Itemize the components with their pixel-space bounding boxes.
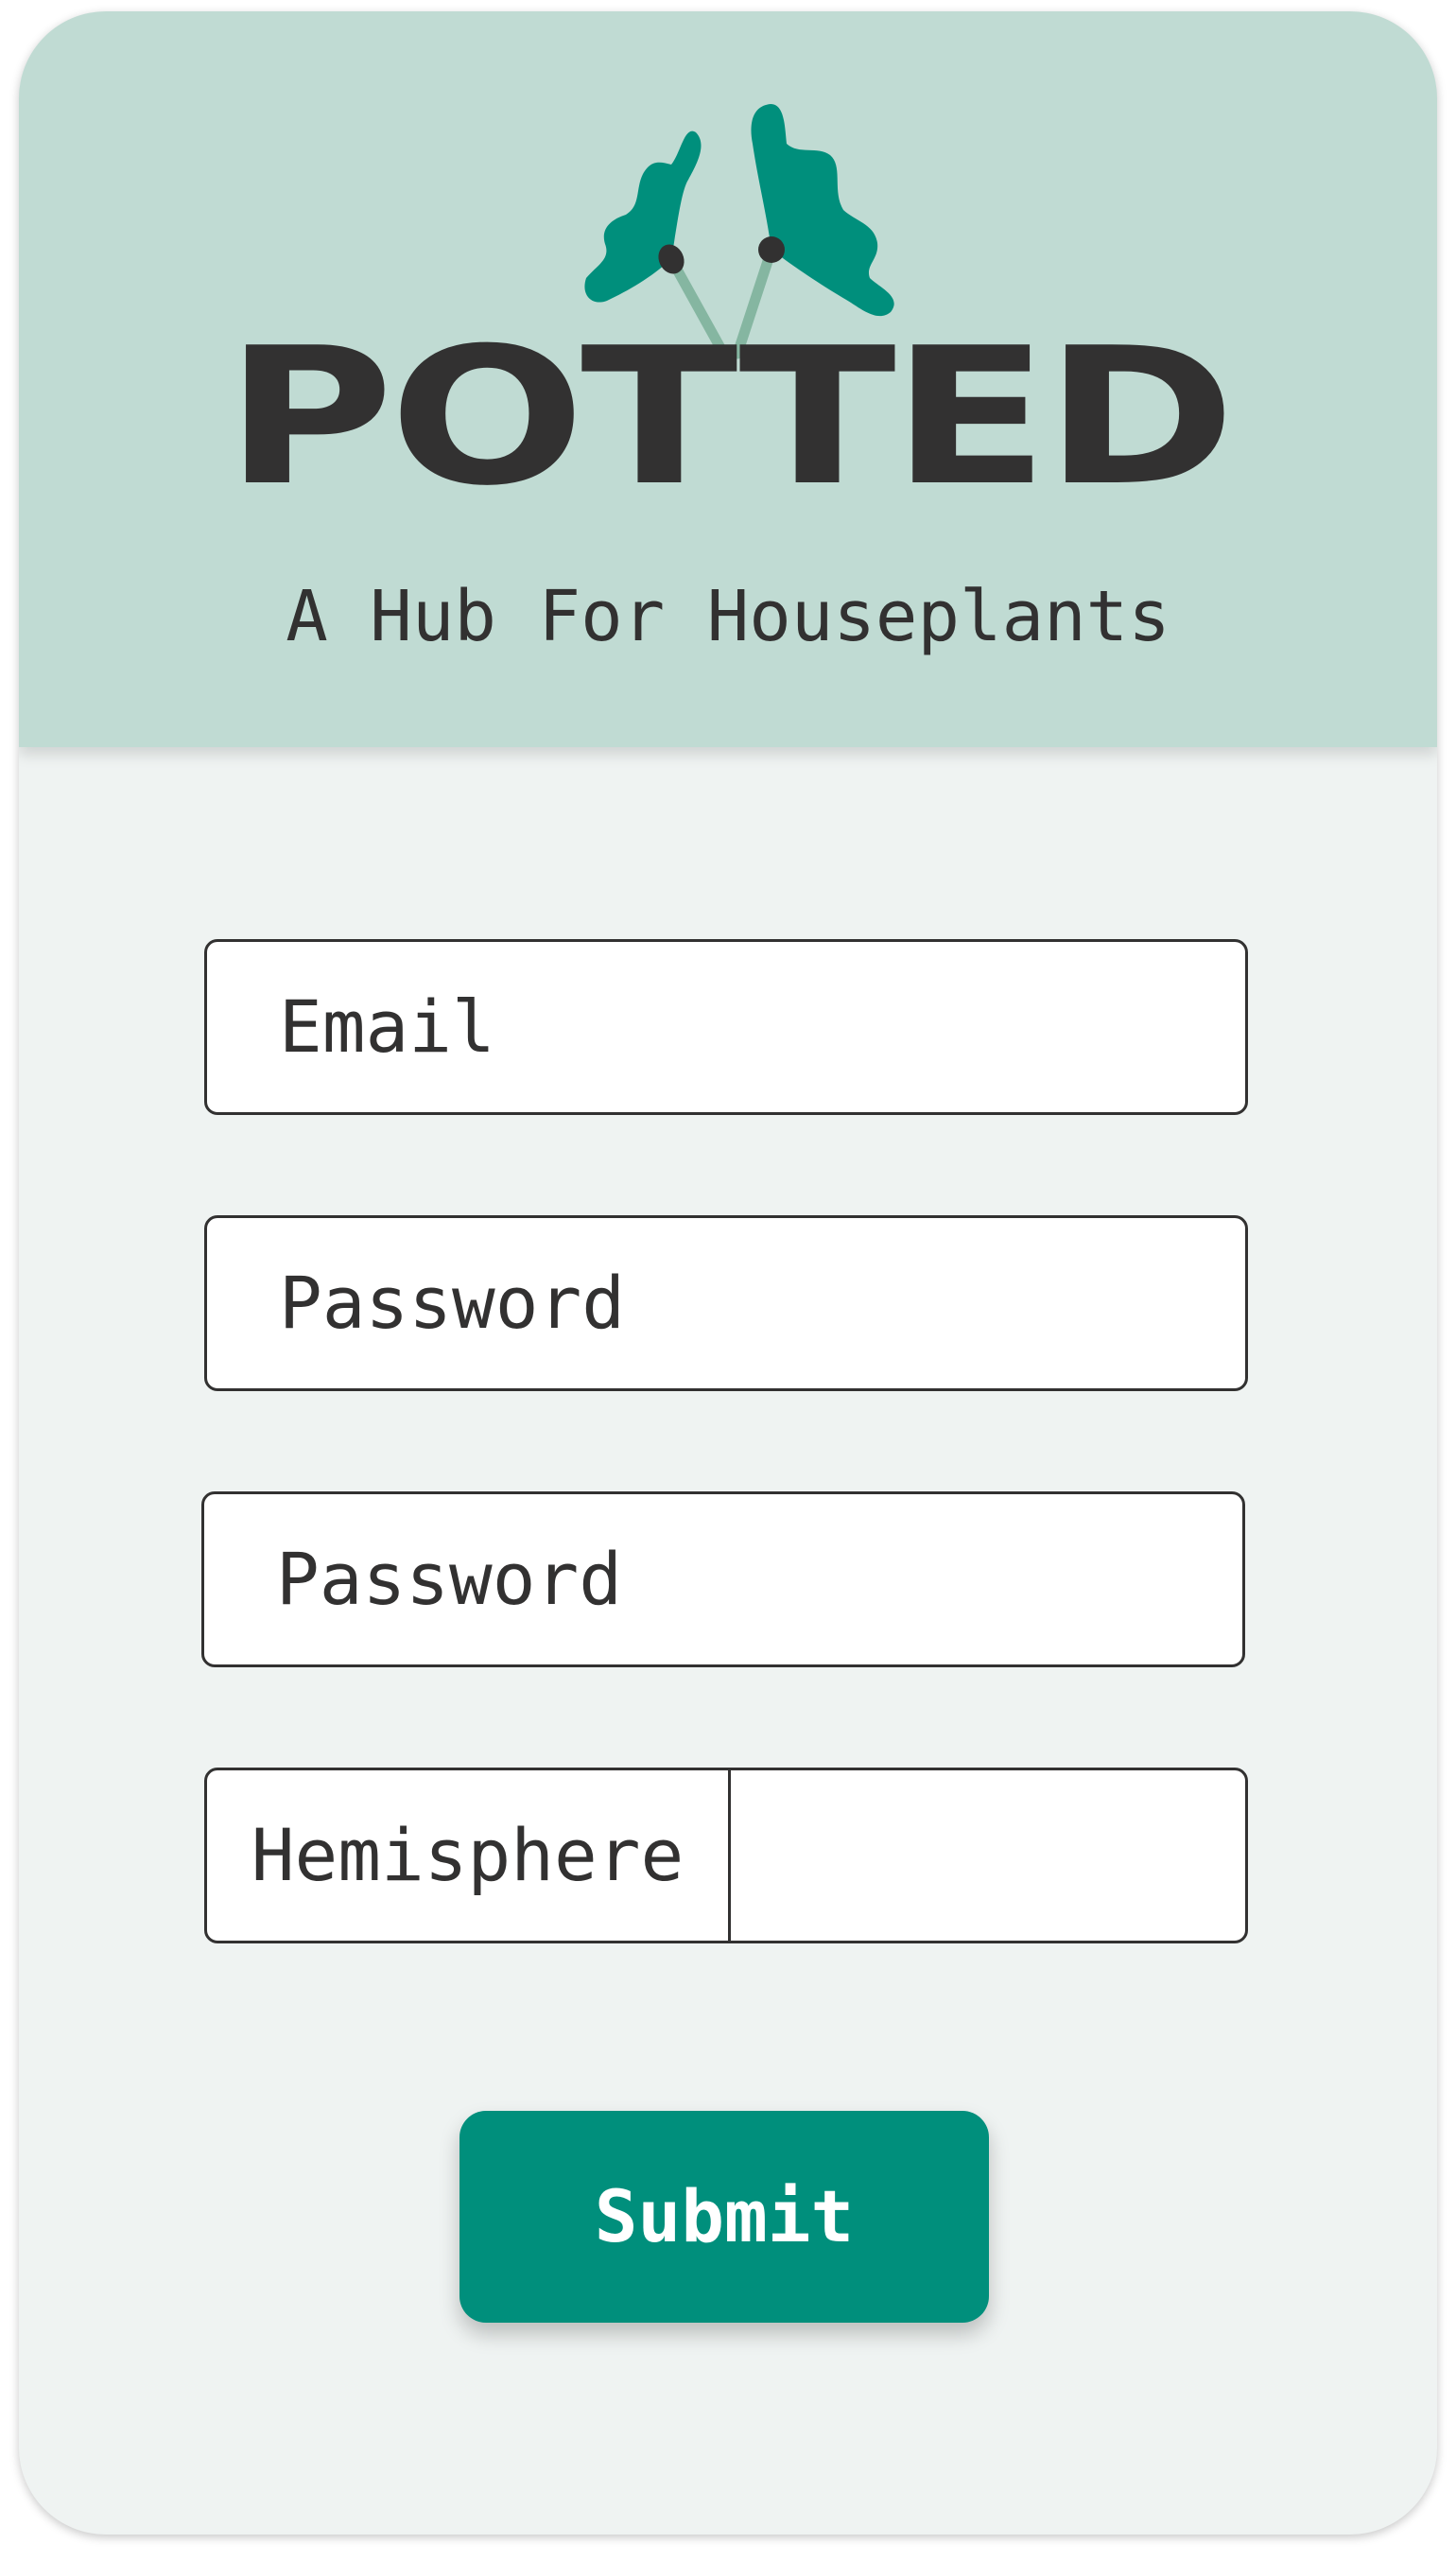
signup-card: POTTED A Hub For Houseplants Email Passw… (19, 11, 1437, 2535)
tagline: A Hub For Houseplants (286, 576, 1170, 657)
logo-wordmark: POTTED (224, 307, 1237, 528)
logo: POTTED (19, 11, 1437, 541)
hemisphere-value[interactable] (731, 1770, 1245, 1941)
confirm-password-placeholder: Password (276, 1537, 623, 1621)
confirm-password-field[interactable]: Password (201, 1491, 1245, 1667)
email-placeholder: Email (279, 984, 495, 1069)
password-placeholder: Password (279, 1261, 626, 1345)
hemisphere-select[interactable]: Hemisphere (204, 1768, 1248, 1943)
email-field[interactable]: Email (204, 939, 1248, 1115)
password-field[interactable]: Password (204, 1215, 1248, 1391)
app-header: POTTED A Hub For Houseplants (19, 11, 1437, 747)
hemisphere-label: Hemisphere (207, 1770, 731, 1941)
submit-button[interactable]: Submit (459, 2111, 989, 2323)
